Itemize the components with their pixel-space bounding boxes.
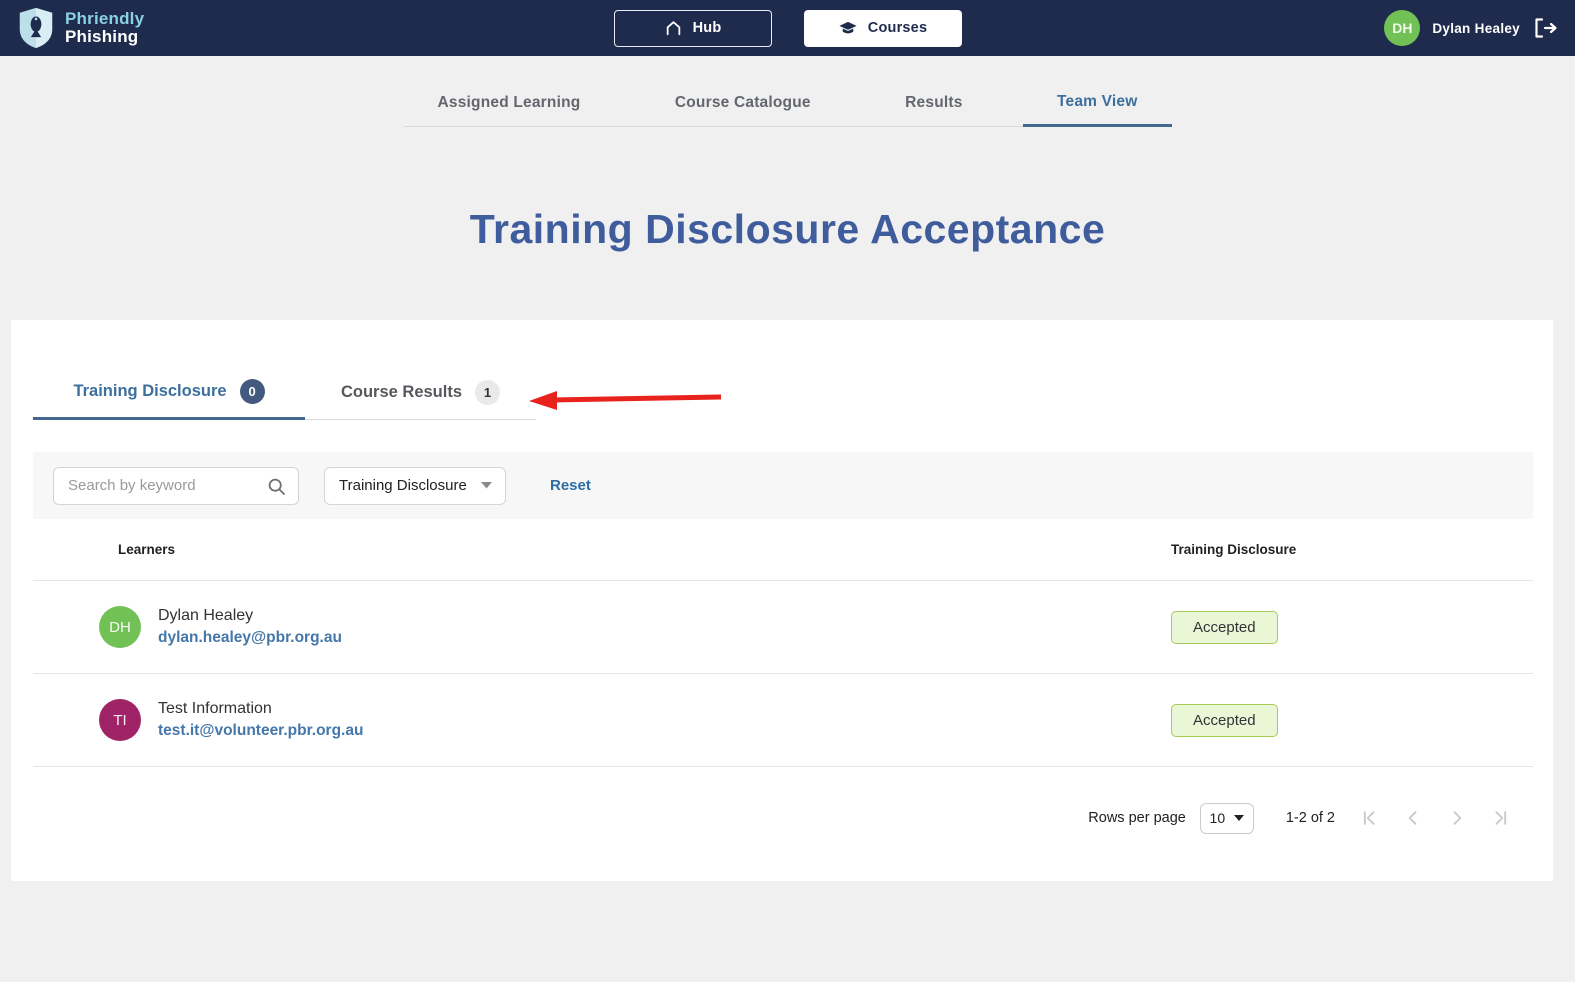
tab-course-catalogue[interactable]: Course Catalogue <box>641 79 845 126</box>
tab-team-view[interactable]: Team View <box>1023 79 1172 127</box>
filter-bar: Training Disclosure Reset <box>33 452 1533 519</box>
tab-assigned-learning[interactable]: Assigned Learning <box>404 79 615 126</box>
pagination-range: 1-2 of 2 <box>1285 810 1335 826</box>
rows-per-page-label: Rows per page <box>1088 810 1186 826</box>
learner-name: Test Information <box>158 700 272 717</box>
next-page-button[interactable] <box>1447 808 1467 828</box>
column-header-learners: Learners <box>118 542 176 557</box>
tab-course-results-label: Course Results <box>340 383 463 401</box>
brand-name: Phriendly Phishing <box>65 9 145 46</box>
caret-down-icon <box>1234 815 1245 821</box>
tab-course-results[interactable]: Course Results 1 <box>305 366 536 420</box>
content-card: Training Disclosure 0 Course Results 1 T… <box>11 320 1553 881</box>
status-cell: Accepted <box>1163 703 1533 737</box>
avatar: DH <box>99 606 141 648</box>
learner-cell: TI Test Information test.it@volunteer.pb… <box>33 699 1163 741</box>
logout-icon[interactable] <box>1532 16 1559 40</box>
chevron-down-icon <box>481 482 492 489</box>
learner-cell: DH Dylan Healey dylan.healey@pbr.org.au <box>33 606 1163 648</box>
top-navbar: Phriendly Phishing Hub Courses DH Dylan … <box>0 0 1575 56</box>
user-menu: DH Dylan Healey <box>1384 10 1559 46</box>
learner-email[interactable]: dylan.healey@pbr.org.au <box>158 629 342 647</box>
reset-link[interactable]: Reset <box>550 477 591 494</box>
status-badge: Accepted <box>1171 703 1278 737</box>
status-badge: Accepted <box>1171 610 1278 644</box>
learner-email[interactable]: test.it@volunteer.pbr.org.au <box>158 722 363 740</box>
rows-per-page-select[interactable]: 10 <box>1199 802 1254 834</box>
hub-button[interactable]: Hub <box>613 9 772 47</box>
search-input[interactable] <box>54 477 298 494</box>
learner-name: Dylan Healey <box>158 607 254 624</box>
search-box <box>53 466 299 505</box>
brand-logo[interactable]: Phriendly Phishing <box>16 6 144 50</box>
last-page-button[interactable] <box>1491 808 1511 828</box>
section-tabs: Assigned Learning Course Catalogue Resul… <box>403 79 1172 127</box>
pagination: Rows per page 10 1-2 of 2 <box>1088 792 1511 844</box>
courses-button[interactable]: Courses <box>803 9 962 47</box>
tab-training-disclosure-label: Training Disclosure <box>73 382 227 400</box>
learners-table: Learners Training Disclosure DH Dylan He… <box>33 519 1533 767</box>
first-page-button[interactable] <box>1359 808 1379 828</box>
user-avatar[interactable]: DH <box>1384 10 1421 46</box>
training-disclosure-count-badge: 0 <box>239 379 265 404</box>
column-header-training-disclosure: Training Disclosure <box>1171 542 1297 557</box>
table-header: Learners Training Disclosure <box>33 519 1533 581</box>
filter-dropdown-value: Training Disclosure <box>339 477 467 494</box>
page-title: Training Disclosure Acceptance <box>469 206 1106 252</box>
annotation-arrow-icon <box>525 388 725 417</box>
course-results-count-badge: 1 <box>475 380 501 405</box>
graduation-cap-icon <box>838 19 858 38</box>
tab-training-disclosure[interactable]: Training Disclosure 0 <box>33 366 305 420</box>
filter-dropdown[interactable]: Training Disclosure <box>324 466 506 505</box>
search-icon[interactable] <box>267 477 287 502</box>
home-icon <box>664 19 683 37</box>
user-name: Dylan Healey <box>1432 20 1520 36</box>
tab-results[interactable]: Results <box>871 79 996 126</box>
table-row: DH Dylan Healey dylan.healey@pbr.org.au … <box>33 581 1533 674</box>
status-cell: Accepted <box>1163 610 1533 644</box>
card-tabs: Training Disclosure 0 Course Results 1 <box>33 366 536 420</box>
avatar: TI <box>99 699 141 741</box>
brand-shield-icon <box>16 6 56 50</box>
table-row: TI Test Information test.it@volunteer.pb… <box>33 674 1533 767</box>
previous-page-button[interactable] <box>1403 808 1423 828</box>
